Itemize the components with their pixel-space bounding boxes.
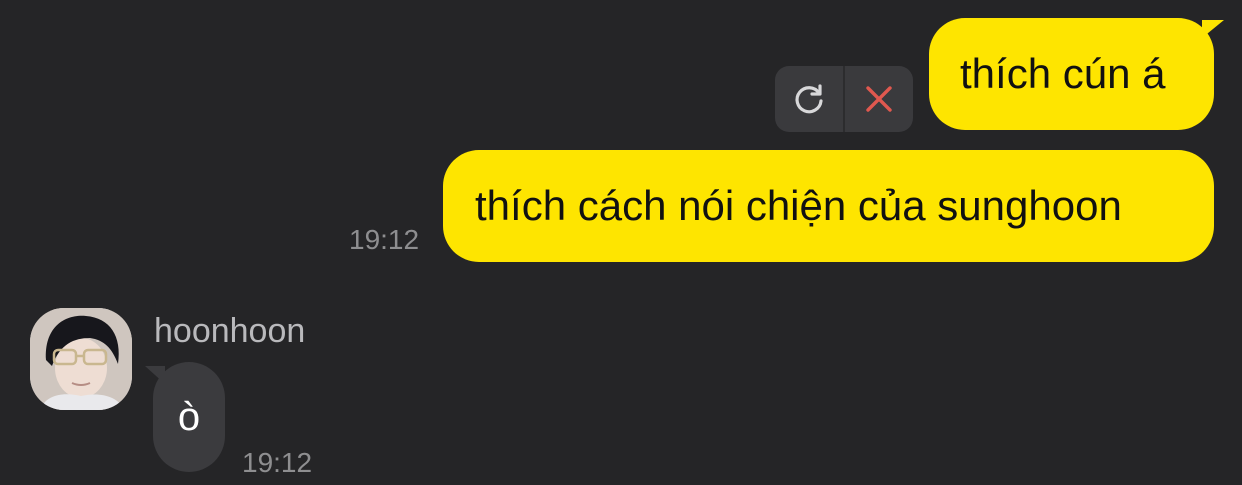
- avatar[interactable]: [30, 308, 132, 410]
- failed-message-actions: [775, 66, 913, 132]
- refresh-icon: [795, 84, 823, 114]
- profile-photo: [30, 308, 132, 410]
- delete-message-button[interactable]: [843, 66, 913, 132]
- bubble-tail: [1202, 20, 1224, 38]
- outgoing-message-bubble[interactable]: thích cách nói chiện của sunghoon: [443, 150, 1214, 262]
- retry-send-button[interactable]: [775, 66, 843, 132]
- sender-name: hoonhoon: [154, 312, 306, 350]
- message-timestamp: 19:12: [242, 447, 313, 478]
- close-icon: [866, 86, 892, 112]
- message-text: ò: [177, 394, 201, 439]
- message-timestamp: 19:12: [349, 224, 420, 255]
- outgoing-message-bubble[interactable]: thích cún á: [929, 18, 1214, 130]
- message-text: thích cách nói chiện của sunghoon: [475, 182, 1122, 229]
- incoming-message-bubble[interactable]: ò: [153, 362, 225, 472]
- message-text: thích cún á: [960, 50, 1166, 97]
